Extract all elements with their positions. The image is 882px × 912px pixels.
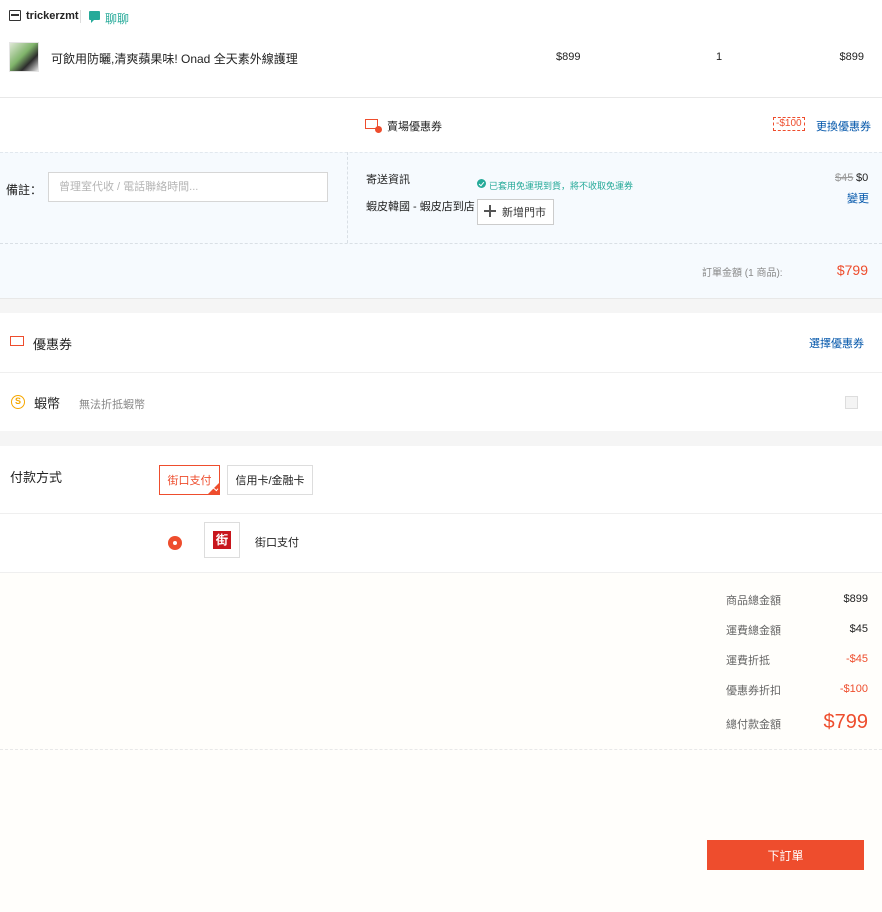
- section-gap: [0, 431, 882, 446]
- summary-label: 運費總金額: [726, 625, 781, 637]
- shop-icon: [9, 10, 21, 21]
- section-gap: [0, 298, 882, 313]
- header-divider: [80, 10, 81, 23]
- chat-icon[interactable]: [89, 11, 100, 23]
- shop-voucher-icon: [365, 119, 382, 133]
- payment-title: 付款方式: [10, 470, 63, 485]
- summary-total-label: 總付款金額: [726, 719, 781, 731]
- divider: [0, 513, 882, 514]
- coins-label: 蝦幣: [34, 396, 61, 411]
- section-divider: [0, 243, 882, 244]
- payment-radio[interactable]: [168, 536, 182, 550]
- payment-tab-jkopay[interactable]: 街口支付: [159, 465, 220, 495]
- divider: [0, 97, 882, 98]
- change-shipping-link[interactable]: 變更: [847, 190, 869, 206]
- coins-checkbox[interactable]: [845, 396, 858, 409]
- product-unit-price: $899: [556, 51, 581, 63]
- shipping-title: 寄送資訊: [366, 174, 410, 186]
- order-total-value: $799: [836, 262, 868, 278]
- divider: [0, 749, 882, 750]
- notes-input[interactable]: [48, 172, 328, 202]
- payment-tab-credit-card[interactable]: 信用卡/金融卡: [227, 465, 313, 495]
- shipping-method: 蝦皮韓國 - 蝦皮店到店: [366, 201, 475, 213]
- summary-value: -$45: [845, 653, 868, 665]
- shop-voucher-label: 賣場優惠券: [387, 121, 442, 133]
- plus-icon: [484, 205, 496, 217]
- check-circle-icon: [477, 179, 486, 188]
- notes-label: 備註：: [6, 183, 43, 197]
- section-divider: [347, 152, 348, 243]
- summary-label: 運費折抵: [726, 655, 770, 667]
- summary-label: 優惠券折扣: [726, 685, 781, 697]
- coins-note: 無法折抵蝦幣: [79, 399, 145, 411]
- platform-voucher-label: 優惠券: [33, 337, 73, 352]
- change-voucher-link[interactable]: 更換優惠券: [816, 118, 871, 134]
- select-voucher-link[interactable]: 選擇優惠券: [809, 335, 864, 351]
- payment-tab-label: 街口支付: [167, 475, 212, 487]
- shop-voucher-badge: -$100: [773, 117, 805, 131]
- selected-check-icon: [208, 483, 219, 494]
- coin-icon: S: [11, 395, 25, 409]
- place-order-button[interactable]: 下訂單: [707, 840, 864, 870]
- product-name: 可飲用防曬,清爽蘋果味! Onad 全天素外線護理: [51, 52, 298, 66]
- chat-button[interactable]: 聊聊: [105, 10, 129, 27]
- jkopay-logo-mark: 街: [213, 531, 231, 549]
- product-subtotal: $899: [839, 51, 864, 63]
- summary-value: -$100: [839, 683, 868, 695]
- payment-name: 街口支付: [255, 537, 299, 549]
- summary-total-value: $799: [823, 711, 869, 733]
- summary-value: $899: [843, 593, 868, 605]
- divider: [0, 372, 882, 373]
- free-shipping-note: 已套用免運現到貨，將不收取免運券: [489, 181, 634, 191]
- order-total-label: 訂單金額 (1 商品):: [702, 268, 783, 279]
- voucher-icon: [10, 336, 24, 346]
- summary-label: 商品總金額: [726, 595, 781, 607]
- jkopay-logo: 街: [204, 522, 240, 558]
- product-quantity: 1: [716, 51, 723, 63]
- product-thumbnail: [9, 42, 39, 72]
- summary-value: $45: [849, 623, 868, 635]
- shipping-original-fee: $45: [835, 172, 854, 184]
- shipping-fee: $0: [856, 172, 869, 184]
- shop-name[interactable]: trickerzmt: [26, 10, 79, 22]
